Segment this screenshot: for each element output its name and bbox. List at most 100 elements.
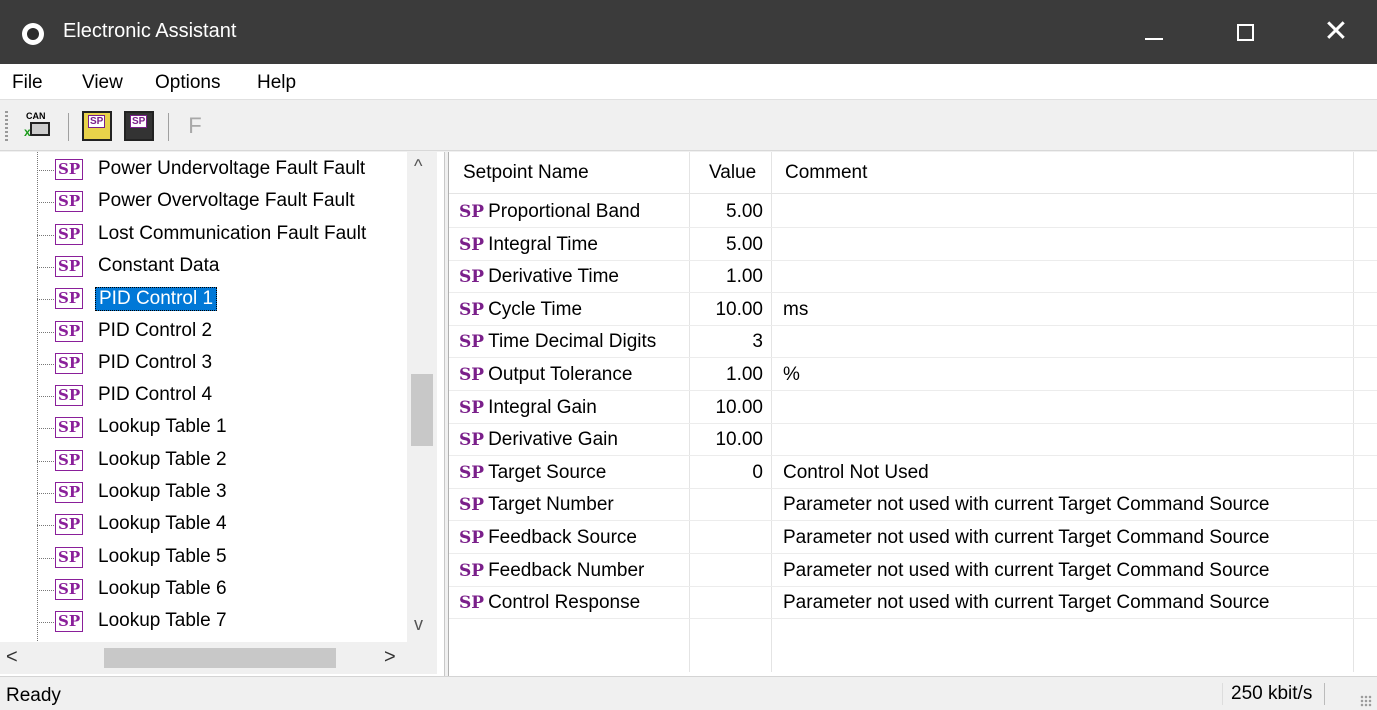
resize-grip-icon[interactable] [1360, 695, 1372, 707]
tree-connector-line [37, 589, 55, 591]
setpoint-name: Feedback Number [488, 559, 645, 581]
tree-item[interactable]: SP PID Control 3 [0, 348, 410, 380]
column-header-comment[interactable]: Comment [785, 162, 867, 184]
tree-item[interactable]: SP Lookup Table 2 [0, 445, 410, 477]
minimize-button[interactable] [1107, 0, 1199, 64]
setpoint-comment-cell: % [783, 364, 800, 385]
tree-connector-line [37, 557, 55, 559]
setpoint-name-cell: SP Control Response [459, 592, 640, 614]
tree-item[interactable]: SP Lookup Table 5 [0, 542, 410, 574]
maximize-button[interactable] [1199, 0, 1291, 64]
setpoint-icon: SP [459, 202, 485, 222]
setpoint-value-cell[interactable]: 10.00 [689, 397, 763, 419]
setpoint-value-cell[interactable]: 1.00 [689, 266, 763, 288]
table-row[interactable]: SP Derivative Time 1.00 [449, 260, 1377, 294]
tree-item[interactable]: SP Constant Data [0, 251, 410, 283]
menu-help[interactable]: Help [257, 72, 296, 94]
setpoint-comment-cell: ms [783, 298, 809, 320]
table-row[interactable]: SP Cycle Time 10.00 ms [449, 293, 1377, 326]
scroll-right-icon[interactable]: > [384, 646, 396, 669]
setpoint-icon: SP [55, 482, 84, 503]
table-row[interactable]: SP Time Decimal Digits 3 [449, 325, 1377, 359]
column-header-setpoint-name[interactable]: Setpoint Name [463, 162, 589, 184]
setpoint-icon: SP [55, 320, 84, 342]
tree-item[interactable]: SP PID Control 1 [0, 283, 410, 315]
setpoint-icon: SP [55, 578, 84, 600]
setpoint-comment-cell: Parameter not used with current Target C… [783, 559, 1270, 581]
tree-item[interactable]: SP Lost Communication Fault Fault [0, 219, 410, 251]
setpoint-tree[interactable]: SP Power Undervoltage Fault Fault SP Power … [0, 152, 445, 676]
tree-item[interactable]: SP PID Control 2 [0, 316, 410, 348]
tree-item[interactable]: SP Lookup Table 6 [0, 574, 410, 606]
menu-view[interactable]: View [82, 72, 123, 94]
setpoint-grid: Setpoint Name Value Comment SP Proportion… [448, 152, 1377, 676]
tree-horizontal-scrollbar[interactable]: < > [0, 642, 407, 674]
open-setpoint-button[interactable]: SP [82, 111, 112, 141]
menu-file[interactable]: File [12, 72, 43, 94]
table-row[interactable]: SP Feedback Source Parameter not used with… [449, 521, 1377, 554]
close-button[interactable]: ✕ [1290, 0, 1377, 64]
tree-item-label: PID Control 3 [98, 351, 213, 373]
setpoint-value-cell[interactable]: 10.00 [689, 299, 763, 321]
tree-connector-line [37, 299, 55, 301]
tree-item[interactable]: SP Lookup Table 4 [0, 509, 410, 541]
tree-item[interactable]: SP Lookup Table 7 [0, 606, 410, 638]
table-row[interactable]: SP Proportional Band 5.00 [449, 195, 1377, 228]
setpoint-value-cell[interactable]: 0 [689, 462, 763, 484]
setpoint-value-cell[interactable]: 5.00 [689, 201, 763, 223]
toolbar-grip[interactable] [5, 111, 8, 141]
tree-vertical-scrollbar[interactable]: ^ v [407, 152, 437, 642]
tree-connector-line [37, 266, 55, 268]
setpoint-icon: SP [459, 234, 485, 255]
tree-connector-line [37, 493, 55, 494]
table-row[interactable]: SP Control Response Parameter not used wit… [449, 586, 1377, 620]
setpoint-name: Integral Gain [488, 396, 597, 418]
setpoint-value-cell[interactable]: 10.00 [689, 429, 763, 451]
save-setpoint-icon: SP [130, 115, 148, 128]
setpoint-name-cell: SP Integral Gain [459, 397, 597, 419]
scroll-left-icon[interactable]: < [6, 646, 18, 669]
horizontal-scroll-thumb[interactable] [104, 648, 336, 668]
tree-item[interactable]: SP Lookup Table 1 [0, 412, 410, 444]
table-row[interactable]: SP Target Source 0 Control Not Used [449, 456, 1377, 489]
setpoint-name-cell: SP Output Tolerance [459, 364, 632, 386]
column-header-value[interactable]: Value [709, 162, 756, 184]
status-bar: Ready 250 kbit/s [0, 676, 1377, 710]
scrollbar-corner [407, 642, 437, 674]
tree-item[interactable]: SP Power Undervoltage Fault Fault [0, 154, 410, 186]
app-logo-icon [22, 23, 44, 45]
grid-header: Setpoint Name Value Comment [449, 152, 1377, 194]
setpoint-name-cell: SP Cycle Time [459, 299, 582, 321]
setpoint-icon: SP [459, 560, 485, 581]
scroll-up-icon[interactable]: ^ [414, 156, 422, 177]
tree-item-label: Lookup Table 6 [98, 577, 227, 599]
setpoint-icon: SP [55, 417, 84, 439]
setpoint-icon: SP [459, 267, 485, 288]
save-setpoint-button[interactable]: SP [124, 111, 154, 141]
table-row[interactable]: SP Target Number Parameter not used with c… [449, 488, 1377, 522]
scroll-down-icon[interactable]: v [414, 614, 423, 635]
toolbar: CAN x SP SP F [0, 101, 1377, 151]
setpoint-name-cell: SP Time Decimal Digits [459, 331, 656, 353]
setpoint-icon: SP [55, 255, 84, 277]
setpoint-comment-cell: Parameter not used with current Target C… [783, 592, 1270, 614]
table-row[interactable]: SP Integral Gain 10.00 [449, 391, 1377, 424]
table-row[interactable]: SP Output Tolerance 1.00% [449, 358, 1377, 391]
setpoint-value-cell[interactable]: 5.00 [689, 234, 763, 256]
setpoint-icon: SP [55, 352, 84, 374]
setpoint-name: Output Tolerance [488, 364, 633, 385]
tree-item[interactable]: SP Power Overvoltage Fault Fault [0, 186, 410, 218]
table-row[interactable]: SP Integral Time 5.00 [449, 228, 1377, 261]
setpoint-value-cell[interactable]: 1.00 [689, 364, 763, 386]
tree-item[interactable]: SP PID Control 4 [0, 380, 410, 412]
table-row[interactable]: SP Derivative Gain 10.00 [449, 423, 1377, 457]
menu-options[interactable]: Options [155, 72, 220, 94]
tree-item[interactable]: SP Lookup Table 3 [0, 477, 410, 509]
table-row[interactable]: SP Feedback Number Parameter not used with… [449, 554, 1377, 587]
setpoint-value-cell[interactable]: 3 [689, 331, 763, 353]
f-button[interactable]: F [180, 111, 210, 141]
setpoint-icon: SP [459, 462, 485, 483]
setpoint-icon: SP [459, 332, 485, 353]
can-connect-button[interactable]: CAN x [24, 111, 54, 141]
vertical-scroll-thumb[interactable] [411, 374, 433, 446]
